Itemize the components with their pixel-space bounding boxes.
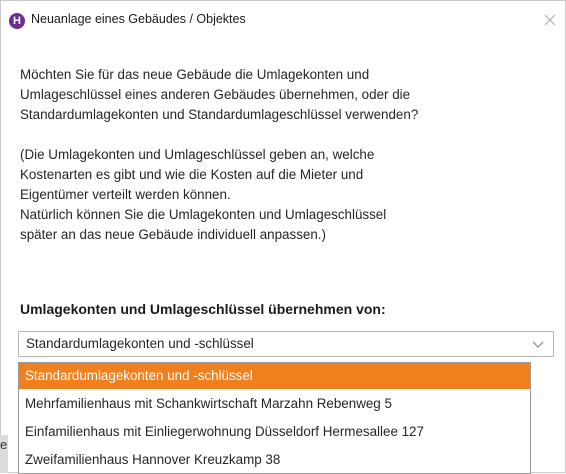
message-line: später an das neue Gebäude individuell a…	[20, 227, 326, 242]
source-selection-label: Umlagekonten und Umlageschlüssel überneh…	[20, 301, 386, 317]
message-line: Kostenarten es gibt und wie die Kosten a…	[20, 167, 364, 182]
chevron-down-icon	[532, 341, 544, 348]
dropdown-option-standard[interactable]: Standardumlagekonten und -schlüssel	[19, 363, 530, 389]
message-line: Möchten Sie für das neue Gebäude die Uml…	[20, 67, 370, 82]
app-logo-icon: H	[9, 13, 25, 29]
message-line: Standardumlagekonten und Standardumlages…	[20, 107, 419, 122]
dropdown-option-duesseldorf[interactable]: Einfamilienhaus mit Einliegerwohnung Düs…	[19, 419, 530, 445]
title-bar: H Neuanlage eines Gebäudes / Objektes	[1, 1, 565, 41]
close-icon	[544, 14, 556, 26]
dropdown-list: Standardumlagekonten und -schlüssel Mehr…	[18, 362, 531, 474]
dialog-message: Möchten Sie für das neue Gebäude die Uml…	[20, 65, 550, 245]
dialog-title: Neuanlage eines Gebäudes / Objektes	[31, 12, 246, 26]
select-current-value: Standardumlagekonten und -schlüssel	[26, 336, 254, 351]
dropdown-option-hannover[interactable]: Zweifamilienhaus Hannover Kreuzkamp 38	[19, 447, 530, 473]
message-line: (Die Umlagekonten und Umlageschlüssel ge…	[20, 147, 375, 162]
source-building-select[interactable]: Standardumlagekonten und -schlüssel	[18, 331, 554, 357]
message-line: Natürlich können Sie die Umlagekonten un…	[20, 207, 387, 222]
dropdown-option-marzahn[interactable]: Mehrfamilienhaus mit Schankwirtschaft Ma…	[19, 391, 530, 417]
background-window-text: e	[0, 437, 8, 452]
message-line: Eigentümer verteilt werden können.	[20, 187, 231, 202]
message-line: Umlageschlüssel eines anderen Gebäudes ü…	[20, 87, 411, 102]
close-button[interactable]	[539, 9, 561, 31]
dialog-window: H Neuanlage eines Gebäudes / Objektes Mö…	[0, 0, 566, 474]
